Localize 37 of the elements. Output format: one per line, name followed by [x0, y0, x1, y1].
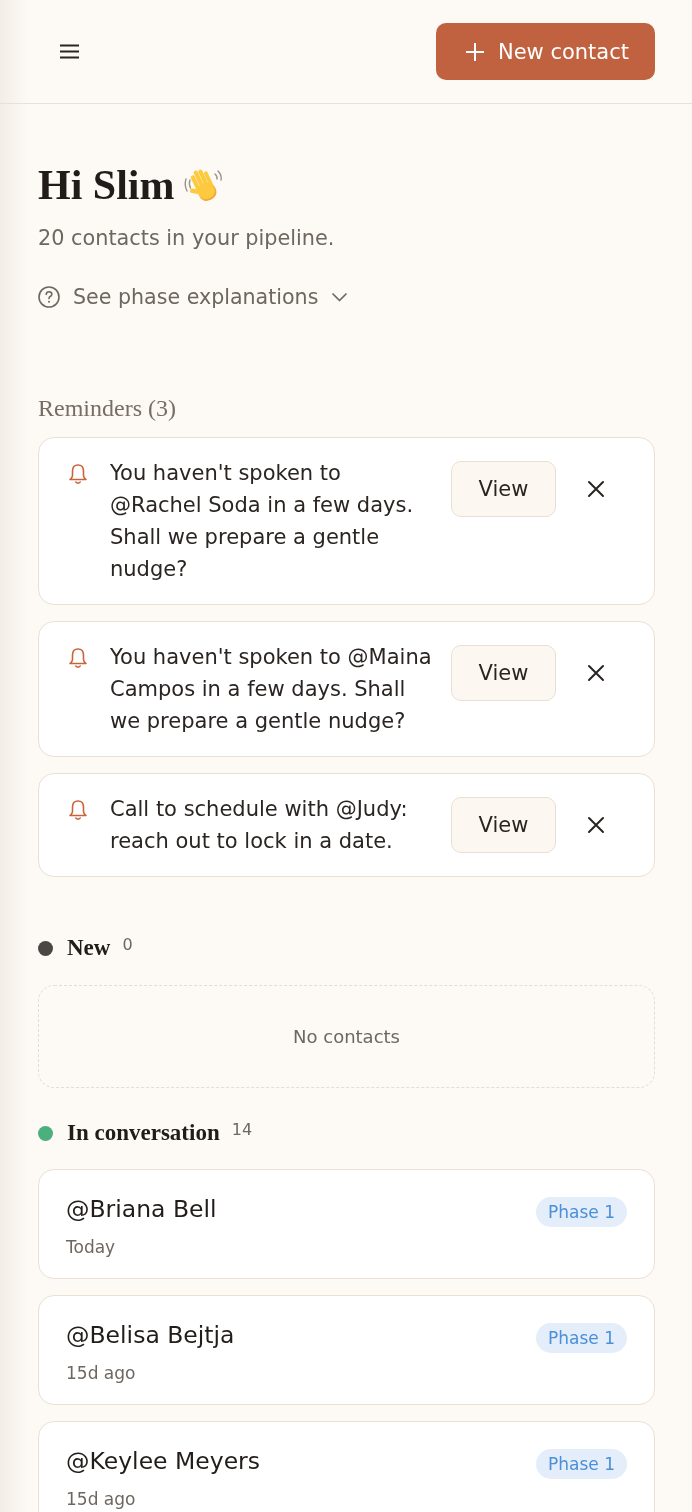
menu-icon[interactable]: [60, 44, 79, 59]
reminders-heading: Reminders (3): [38, 394, 177, 422]
contacts-summary: 20 contacts in your pipeline.: [38, 225, 336, 252]
last-contact-date: 15d ago: [66, 1362, 137, 1385]
new-contact-button[interactable]: New contact: [435, 23, 655, 80]
help-circle-icon: [38, 286, 60, 308]
view-button[interactable]: View: [451, 461, 556, 517]
view-button[interactable]: View: [451, 645, 556, 701]
contact-card[interactable]: @Briana Bell Today Phase 1: [38, 1169, 655, 1279]
close-icon[interactable]: [587, 664, 605, 682]
close-icon[interactable]: [587, 816, 605, 834]
reminder-text: You haven't spoken to @Maina Campos in a few days. Shall we prepare a gentle nudge?: [110, 644, 433, 735]
phase-badge: Phase 1: [536, 1323, 627, 1353]
bell-icon: [68, 799, 88, 821]
phase-badge: Phase 1: [536, 1449, 627, 1479]
plus-icon: [465, 42, 484, 61]
contact-name: @Belisa Bejtja: [66, 1320, 235, 1350]
last-contact-date: Today: [66, 1236, 117, 1259]
contact-card[interactable]: @Keylee Meyers 15d ago Phase 1: [38, 1421, 655, 1512]
close-icon[interactable]: [587, 480, 605, 498]
bell-icon: [68, 463, 88, 485]
reminder-text: Call to schedule with @Judy: reach out to lock in a date.: [110, 796, 409, 855]
last-contact-date: 15d ago: [66, 1488, 137, 1511]
phase-explanations-toggle[interactable]: See phase explanations: [38, 283, 348, 311]
view-button[interactable]: View: [451, 797, 556, 853]
empty-state: No contacts: [38, 985, 655, 1088]
phase-title: In conversation: [67, 1119, 220, 1147]
contact-name: @Briana Bell: [66, 1194, 217, 1224]
phase-count: 0: [122, 934, 133, 956]
phase-count: 14: [231, 1119, 253, 1141]
phase-badge: Phase 1: [536, 1197, 627, 1227]
bell-icon: [68, 647, 88, 669]
contact-name: @Keylee Meyers: [66, 1446, 261, 1476]
greeting-title: Hi Slim: [38, 162, 175, 208]
reminder-text: You haven't spoken to @Rachel Soda in a few days. Shall we prepare a gentle nudge?: [110, 460, 415, 583]
phase-title: New: [67, 934, 111, 962]
contact-card[interactable]: @Belisa Bejtja 15d ago Phase 1: [38, 1295, 655, 1405]
